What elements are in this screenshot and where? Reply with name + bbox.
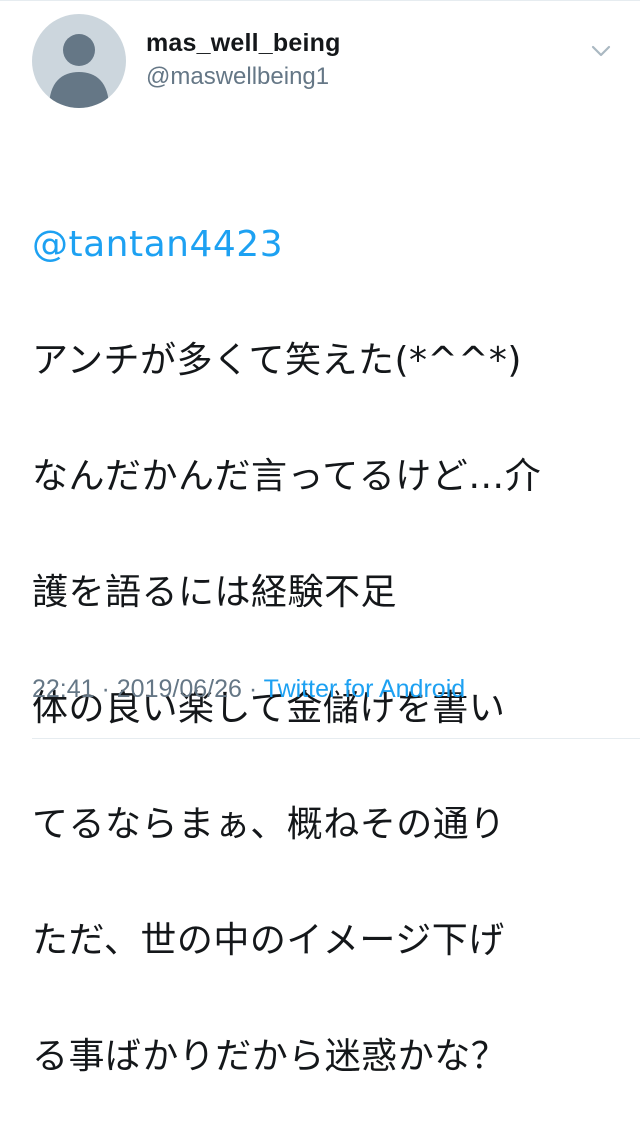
bottom-divider	[32, 738, 640, 739]
tweet-line: なんだかんだ言ってるけど…介	[32, 456, 542, 497]
tweet-metadata: 22:41 · 2019/06/26 · Twitter for Android	[32, 672, 465, 706]
chevron-down-icon	[591, 45, 611, 57]
tweet-text: @tantan4423 アンチが多くて笑えた(*^^*) なんだかんだ言ってるけ…	[32, 158, 622, 1144]
default-profile-silhouette-icon	[49, 34, 109, 108]
user-handle[interactable]: @maswellbeing1	[146, 62, 341, 92]
tweet-source-link[interactable]: Twitter for Android	[264, 675, 465, 703]
avatar[interactable]	[32, 14, 126, 108]
tweet-line: ただ、世の中のイメージ下げ	[32, 920, 505, 961]
tweet-line: アンチが多くて笑えた(*^^*)	[32, 340, 522, 381]
display-name[interactable]: mas_well_being	[146, 28, 341, 58]
tweet-menu-button[interactable]	[588, 38, 614, 64]
mention-link[interactable]: @tantan4423	[32, 224, 283, 265]
user-names: mas_well_being @maswellbeing1	[146, 28, 341, 92]
meta-separator: ·	[94, 675, 117, 703]
tweet-line: る事ばかりだから迷惑かな？	[32, 1036, 508, 1077]
meta-separator: ·	[241, 675, 264, 703]
tweet-line: 護を語るには経験不足	[32, 572, 398, 613]
tweet-line: てるならまぁ、概ねその通り	[32, 804, 506, 845]
tweet-time[interactable]: 22:41	[32, 675, 95, 703]
tweet-date[interactable]: 2019/06/26	[117, 675, 242, 703]
tweet-header: mas_well_being @maswellbeing1	[32, 14, 622, 110]
top-divider	[0, 0, 640, 1]
